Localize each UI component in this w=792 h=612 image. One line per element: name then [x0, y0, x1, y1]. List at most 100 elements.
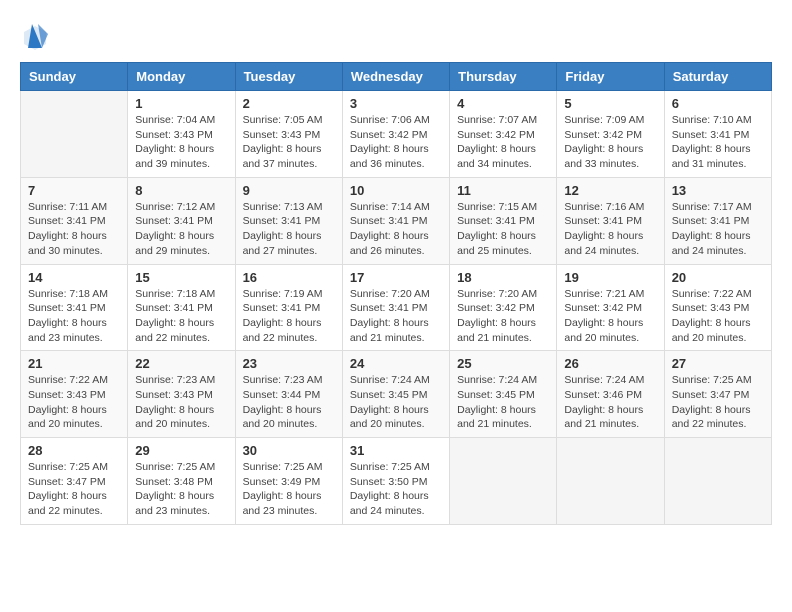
calendar-cell: 12Sunrise: 7:16 AMSunset: 3:41 PMDayligh… [557, 177, 664, 264]
calendar-cell: 7Sunrise: 7:11 AMSunset: 3:41 PMDaylight… [21, 177, 128, 264]
sunrise-text: Sunrise: 7:24 AM [564, 373, 656, 388]
day-number: 23 [243, 356, 335, 371]
calendar-header-monday: Monday [128, 63, 235, 91]
daylight-text: Daylight: 8 hoursand 22 minutes. [672, 403, 764, 432]
sunset-text: Sunset: 3:41 PM [243, 301, 335, 316]
day-info: Sunrise: 7:10 AMSunset: 3:41 PMDaylight:… [672, 113, 764, 172]
calendar-cell: 10Sunrise: 7:14 AMSunset: 3:41 PMDayligh… [342, 177, 449, 264]
sunset-text: Sunset: 3:42 PM [564, 128, 656, 143]
daylight-text: Daylight: 8 hoursand 27 minutes. [243, 229, 335, 258]
day-info: Sunrise: 7:25 AMSunset: 3:47 PMDaylight:… [672, 373, 764, 432]
calendar-cell: 25 Sunrise: 7:24 AMSunset: 3:45 PMDayligh… [450, 351, 557, 438]
daylight-text: Daylight: 8 hoursand 21 minutes. [350, 316, 442, 345]
sunset-text: Sunset: 3:41 PM [672, 214, 764, 229]
day-info: Sunrise: 7:16 AMSunset: 3:41 PMDaylight:… [564, 200, 656, 259]
day-number: 20 [672, 270, 764, 285]
sunrise-text: Sunrise: 7:20 AM [350, 287, 442, 302]
calendar-week-row: 1Sunrise: 7:04 AMSunset: 3:43 PMDaylight… [21, 91, 772, 178]
calendar-cell: 26 Sunrise: 7:24 AMSunset: 3:46 PMDayligh… [557, 351, 664, 438]
sunset-text: Sunset: 3:43 PM [135, 388, 227, 403]
calendar-cell: 22Sunrise: 7:23 AMSunset: 3:43 PMDayligh… [128, 351, 235, 438]
sunrise-text: Sunrise: 7:14 AM [350, 200, 442, 215]
daylight-text: Daylight: 8 hoursand 20 minutes. [28, 403, 120, 432]
day-info: Sunrise: 7:20 AMSunset: 3:41 PMDaylight:… [350, 287, 442, 346]
logo [20, 20, 54, 52]
sunrise-text: Sunrise: 7:25 AM [243, 460, 335, 475]
calendar-header-saturday: Saturday [664, 63, 771, 91]
sunrise-text: Sunrise: 7:07 AM [457, 113, 549, 128]
calendar-cell: 15Sunrise: 7:18 AMSunset: 3:41 PMDayligh… [128, 264, 235, 351]
sunrise-text: Sunrise: 7:23 AM [243, 373, 335, 388]
sunset-text: Sunset: 3:41 PM [28, 214, 120, 229]
calendar-table: SundayMondayTuesdayWednesdayThursdayFrid… [20, 62, 772, 525]
calendar-cell: 24Sunrise: 7:24 AMSunset: 3:45 PMDayligh… [342, 351, 449, 438]
calendar-cell: 29Sunrise: 7:25 AMSunset: 3:48 PMDayligh… [128, 438, 235, 525]
day-number: 4 [457, 96, 549, 111]
day-info: Sunrise: 7:06 AMSunset: 3:42 PMDaylight:… [350, 113, 442, 172]
daylight-text: Daylight: 8 hoursand 24 minutes. [564, 229, 656, 258]
daylight-text: Daylight: 8 hoursand 21 minutes. [457, 316, 549, 345]
daylight-text: Daylight: 8 hoursand 24 minutes. [350, 489, 442, 518]
day-info: Sunrise: 7:24 AMSunset: 3:45 PMDaylight:… [457, 373, 549, 432]
calendar-cell: 28Sunrise: 7:25 AMSunset: 3:47 PMDayligh… [21, 438, 128, 525]
sunset-text: Sunset: 3:41 PM [135, 301, 227, 316]
day-number: 15 [135, 270, 227, 285]
day-number: 10 [350, 183, 442, 198]
daylight-text: Daylight: 8 hoursand 21 minutes. [564, 403, 656, 432]
day-info: Sunrise: 7:19 AMSunset: 3:41 PMDaylight:… [243, 287, 335, 346]
sunrise-text: Sunrise: 7:11 AM [28, 200, 120, 215]
calendar-cell: 23Sunrise: 7:23 AMSunset: 3:44 PMDayligh… [235, 351, 342, 438]
sunrise-text: Sunrise: 7:18 AM [135, 287, 227, 302]
sunrise-text: Sunrise: 7:21 AM [564, 287, 656, 302]
calendar-header-friday: Friday [557, 63, 664, 91]
sunset-text: Sunset: 3:41 PM [243, 214, 335, 229]
daylight-text: Daylight: 8 hoursand 24 minutes. [672, 229, 764, 258]
sunrise-text: Sunrise: 7:05 AM [243, 113, 335, 128]
sunrise-text: Sunrise: 7:22 AM [672, 287, 764, 302]
daylight-text: Daylight: 8 hoursand 23 minutes. [28, 316, 120, 345]
day-info: Sunrise: 7:18 AMSunset: 3:41 PMDaylight:… [28, 287, 120, 346]
calendar-cell: 5Sunrise: 7:09 AMSunset: 3:42 PMDaylight… [557, 91, 664, 178]
sunset-text: Sunset: 3:46 PM [564, 388, 656, 403]
sunset-text: Sunset: 3:41 PM [457, 214, 549, 229]
sunrise-text: Sunrise: 7:06 AM [350, 113, 442, 128]
day-number: 19 [564, 270, 656, 285]
calendar-week-row: 14Sunrise: 7:18 AMSunset: 3:41 PMDayligh… [21, 264, 772, 351]
sunrise-text: Sunrise: 7:25 AM [350, 460, 442, 475]
day-info: Sunrise: 7:24 AMSunset: 3:46 PMDaylight:… [564, 373, 656, 432]
sunrise-text: Sunrise: 7:22 AM [28, 373, 120, 388]
day-info: Sunrise: 7:23 AMSunset: 3:43 PMDaylight:… [135, 373, 227, 432]
sunrise-text: Sunrise: 7:13 AM [243, 200, 335, 215]
calendar-cell [664, 438, 771, 525]
calendar-cell: 8Sunrise: 7:12 AMSunset: 3:41 PMDaylight… [128, 177, 235, 264]
calendar-week-row: 21Sunrise: 7:22 AMSunset: 3:43 PMDayligh… [21, 351, 772, 438]
calendar-header-row: SundayMondayTuesdayWednesdayThursdayFrid… [21, 63, 772, 91]
calendar-week-row: 28Sunrise: 7:25 AMSunset: 3:47 PMDayligh… [21, 438, 772, 525]
sunrise-text: Sunrise: 7:25 AM [28, 460, 120, 475]
calendar-cell: 19 Sunrise: 7:21 AMSunset: 3:42 PMDayligh… [557, 264, 664, 351]
daylight-text: Daylight: 8 hoursand 20 minutes. [350, 403, 442, 432]
daylight-text: Daylight: 8 hoursand 33 minutes. [564, 142, 656, 171]
daylight-text: Daylight: 8 hoursand 39 minutes. [135, 142, 227, 171]
day-info: Sunrise: 7:12 AMSunset: 3:41 PMDaylight:… [135, 200, 227, 259]
sunset-text: Sunset: 3:50 PM [350, 475, 442, 490]
day-number: 25 [457, 356, 549, 371]
day-info: Sunrise: 7:13 AMSunset: 3:41 PMDaylight:… [243, 200, 335, 259]
day-info: Sunrise: 7:20 AMSunset: 3:42 PMDaylight:… [457, 287, 549, 346]
sunrise-text: Sunrise: 7:12 AM [135, 200, 227, 215]
daylight-text: Daylight: 8 hoursand 37 minutes. [243, 142, 335, 171]
sunrise-text: Sunrise: 7:23 AM [135, 373, 227, 388]
sunset-text: Sunset: 3:43 PM [672, 301, 764, 316]
calendar-cell: 6Sunrise: 7:10 AMSunset: 3:41 PMDaylight… [664, 91, 771, 178]
sunset-text: Sunset: 3:49 PM [243, 475, 335, 490]
sunrise-text: Sunrise: 7:20 AM [457, 287, 549, 302]
sunset-text: Sunset: 3:42 PM [564, 301, 656, 316]
day-number: 14 [28, 270, 120, 285]
day-number: 26 [564, 356, 656, 371]
daylight-text: Daylight: 8 hoursand 20 minutes. [564, 316, 656, 345]
calendar-cell: 20Sunrise: 7:22 AMSunset: 3:43 PMDayligh… [664, 264, 771, 351]
day-number: 27 [672, 356, 764, 371]
sunset-text: Sunset: 3:47 PM [28, 475, 120, 490]
daylight-text: Daylight: 8 hoursand 21 minutes. [457, 403, 549, 432]
page-header [20, 20, 772, 52]
